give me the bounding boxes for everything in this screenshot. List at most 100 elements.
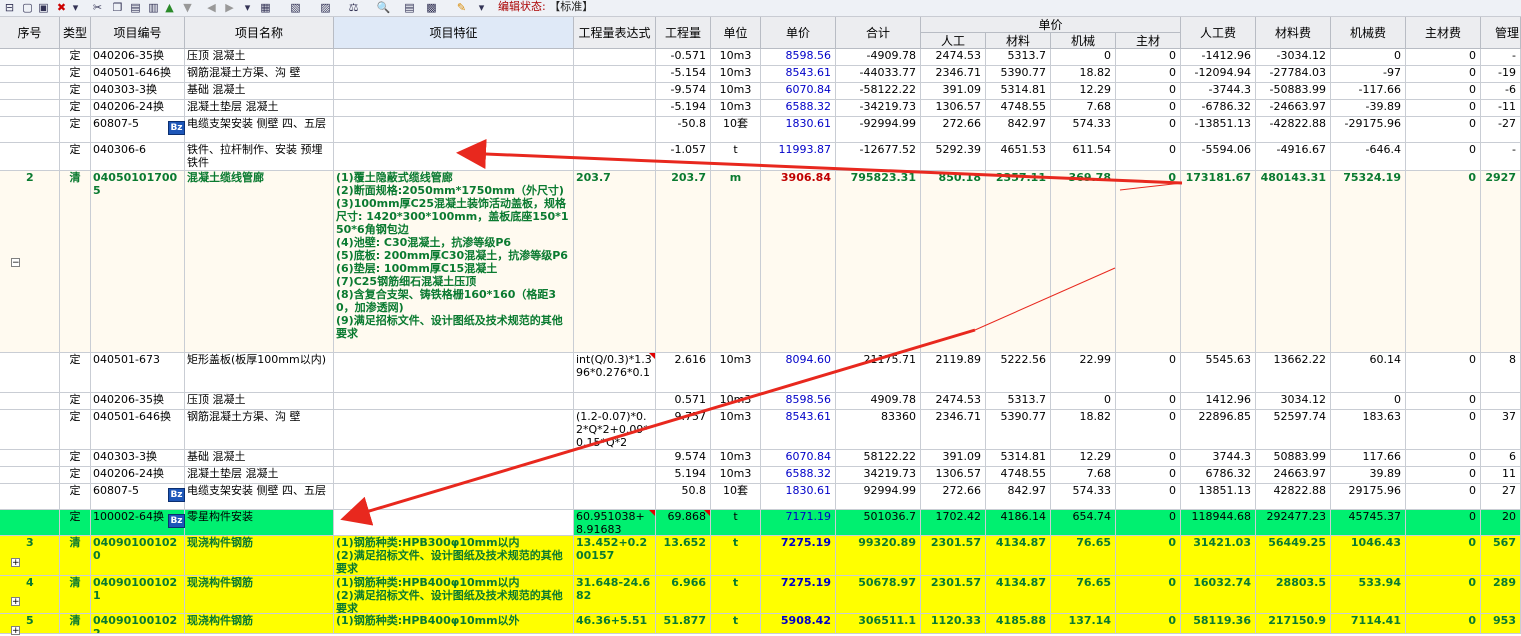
cell-qty[interactable]: 50.8 — [656, 484, 711, 510]
cell-code[interactable]: 040501-646换 — [91, 410, 185, 450]
select-icon[interactable]: ▧ — [288, 1, 303, 14]
cell-sum[interactable]: 50678.97 — [836, 576, 921, 614]
quota-row[interactable]: 定 60807-5 电缆支架安装 侧壁 四、五层 -50.8 10套 1830.61 -92… — [0, 117, 1521, 143]
cell-qty[interactable]: 13.652 — [656, 536, 711, 576]
cell-lf[interactable]: 6786.32 — [1181, 467, 1256, 484]
cell-expr[interactable] — [574, 467, 656, 484]
cell-lf[interactable]: 13851.13 — [1181, 484, 1256, 510]
cell-mf[interactable]: 28803.5 — [1256, 576, 1331, 614]
cell-seq[interactable]: 3 — [0, 536, 60, 576]
cell-mat[interactable]: 842.97 — [986, 117, 1051, 143]
quota-row[interactable]: 定 60807-5 电缆支架安装 侧壁 四、五层 50.8 10套 1830.61 9299… — [0, 484, 1521, 510]
define-icon[interactable]: ▨ — [318, 1, 333, 14]
cell-code[interactable]: 040306-6 — [91, 143, 185, 171]
cell-mach[interactable]: 18.82 — [1051, 410, 1116, 450]
cell-name[interactable]: 矩形盖板(板厚100mm以内) — [185, 353, 334, 393]
cell-name[interactable]: 混凝土垫层 混凝土 — [185, 467, 334, 484]
cell-code[interactable]: 040206-24换 — [91, 467, 185, 484]
cell-mcf[interactable]: 60.14 — [1331, 353, 1406, 393]
cell-mmf[interactable]: 0 — [1406, 117, 1481, 143]
cell-mach[interactable]: 0 — [1051, 49, 1116, 66]
cell-seq[interactable]: 5 — [0, 614, 60, 634]
cell-lf[interactable]: -13851.13 — [1181, 117, 1256, 143]
expand-icon[interactable]: + — [11, 626, 20, 636]
cell-mat[interactable]: 5314.81 — [986, 450, 1051, 467]
cell-lab[interactable]: 2119.89 — [921, 353, 986, 393]
cell-mach[interactable]: 137.14 — [1051, 614, 1116, 634]
cell-sum[interactable]: -12677.52 — [836, 143, 921, 171]
cut-icon[interactable]: ✂ — [90, 1, 105, 14]
cell-type[interactable]: 定 — [60, 510, 91, 536]
cell-unit[interactable]: 10套 — [711, 484, 761, 510]
delete-icon[interactable]: ✖ — [54, 1, 69, 14]
cell-qty[interactable]: 0.571 — [656, 393, 711, 410]
cell-feature[interactable]: (1)覆土隐蔽式缆线管廊 (2)断面规格:2050mm*1750mm（外尺寸) … — [334, 171, 574, 353]
cell-mf[interactable]: -3034.12 — [1256, 49, 1331, 66]
cell-unit[interactable]: t — [711, 536, 761, 576]
cell-expr[interactable] — [574, 143, 656, 171]
cell-mcf[interactable]: -646.4 — [1331, 143, 1406, 171]
quota-row[interactable]: 定 040501-673 矩形盖板(板厚100mm以内) int(Q/0.3)*1.3… — [0, 353, 1521, 393]
cell-seq[interactable] — [0, 66, 60, 83]
cell-feature[interactable] — [334, 117, 574, 143]
cell-main[interactable]: 0 — [1116, 393, 1181, 410]
cell-main[interactable]: 0 — [1116, 353, 1181, 393]
quota-row[interactable]: 定 040303-3换 基础 混凝土 -9.574 10m3 6070.84 -58122.… — [0, 83, 1521, 100]
cell-qty[interactable]: 6.966 — [656, 576, 711, 614]
cell-sum[interactable]: 34219.73 — [836, 467, 921, 484]
cell-lf[interactable]: -3744.3 — [1181, 83, 1256, 100]
header-expr[interactable]: 工程量表达式 — [574, 17, 656, 49]
cell-qty[interactable]: 203.7 — [656, 171, 711, 353]
cell-mg[interactable]: - — [1481, 143, 1521, 171]
cell-unit[interactable]: 10m3 — [711, 410, 761, 450]
cell-mg[interactable]: -19 — [1481, 66, 1521, 83]
cell-unit[interactable]: 10m3 — [711, 100, 761, 117]
cell-expr[interactable] — [574, 450, 656, 467]
cell-mmf[interactable]: 0 — [1406, 484, 1481, 510]
balance-icon[interactable]: ⚖ — [346, 1, 361, 14]
cell-qty[interactable]: 51.877 — [656, 614, 711, 634]
cell-mach[interactable]: 76.65 — [1051, 536, 1116, 576]
quota-row[interactable]: 定 040501-646换 钢筋混凝土方渠、沟 壁 (1.2-0.07)*0.2*Q*… — [0, 410, 1521, 450]
cell-mf[interactable]: 50883.99 — [1256, 450, 1331, 467]
cell-lab[interactable]: 272.66 — [921, 484, 986, 510]
expand-icon[interactable]: + — [11, 558, 20, 568]
bz-icon[interactable]: Bz — [168, 488, 185, 502]
cell-mach[interactable]: 574.33 — [1051, 117, 1116, 143]
cell-seq[interactable] — [0, 510, 60, 536]
cell-expr[interactable]: int(Q/0.3)*1.396*0.276*0.1 — [574, 353, 656, 393]
cell-lf[interactable]: 1412.96 — [1181, 393, 1256, 410]
header-unit[interactable]: 单位 — [711, 17, 761, 49]
cell-lab[interactable]: 1120.33 — [921, 614, 986, 634]
collapse-icon[interactable]: − — [11, 258, 20, 268]
cell-lf[interactable]: 5545.63 — [1181, 353, 1256, 393]
cell-seq[interactable]: 2 — [0, 171, 60, 353]
search-icon[interactable]: 🔍 — [376, 1, 391, 14]
cell-mat[interactable]: 4651.53 — [986, 143, 1051, 171]
format-icon[interactable]: ▩ — [424, 1, 439, 14]
cell-mcf[interactable]: 0 — [1331, 393, 1406, 410]
cell-lf[interactable]: 3744.3 — [1181, 450, 1256, 467]
cell-mg[interactable]: 953 — [1481, 614, 1521, 634]
cell-type[interactable]: 定 — [60, 484, 91, 510]
cell-name[interactable]: 现浇构件钢筋 — [185, 536, 334, 576]
cell-mf[interactable]: -50883.99 — [1256, 83, 1331, 100]
cell-seq[interactable] — [0, 117, 60, 143]
cell-unit[interactable]: 10m3 — [711, 450, 761, 467]
cell-mf[interactable]: 56449.25 — [1256, 536, 1331, 576]
cell-unit[interactable]: 10m3 — [711, 467, 761, 484]
header-feature[interactable]: 项目特征 — [334, 17, 574, 49]
cell-expr[interactable] — [574, 100, 656, 117]
cell-mat[interactable]: 4134.87 — [986, 536, 1051, 576]
cell-qty[interactable]: 5.194 — [656, 467, 711, 484]
cell-qty[interactable]: -0.571 — [656, 49, 711, 66]
cell-main[interactable]: 0 — [1116, 467, 1181, 484]
cell-type[interactable]: 定 — [60, 117, 91, 143]
arrow-left-icon[interactable]: ◀ — [204, 1, 219, 14]
cell-mcf[interactable]: 0 — [1331, 49, 1406, 66]
cell-sum[interactable]: -4909.78 — [836, 49, 921, 66]
cell-type[interactable]: 定 — [60, 83, 91, 100]
cell-price[interactable]: 3906.84 — [761, 171, 836, 353]
arrow-right-icon[interactable]: ▶ — [222, 1, 237, 14]
cell-price[interactable]: 7171.19 — [761, 510, 836, 536]
